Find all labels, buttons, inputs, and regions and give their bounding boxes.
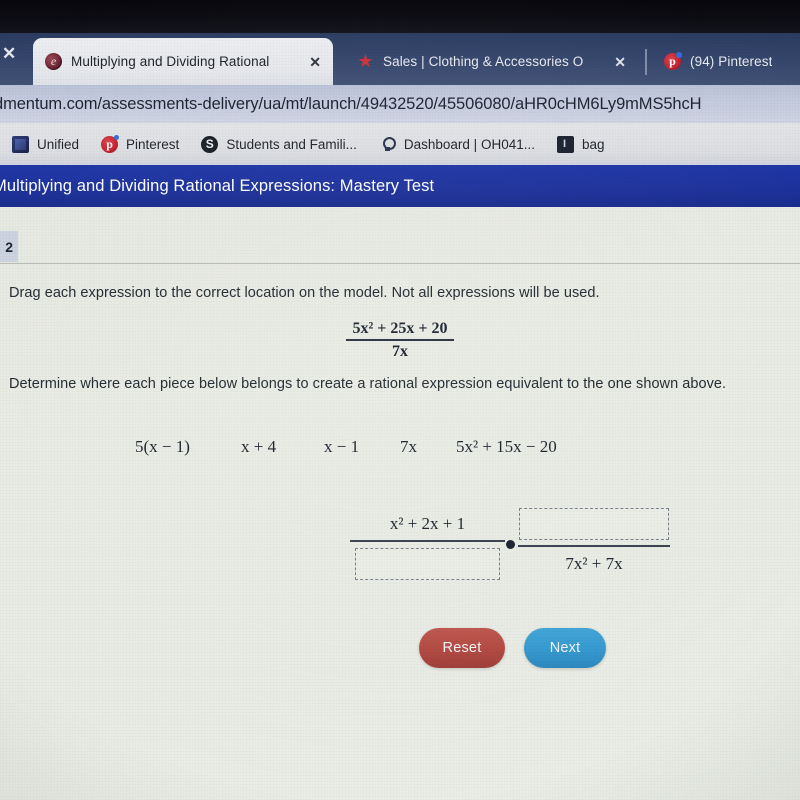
next-button[interactable]: Next	[524, 628, 606, 668]
dropzone-left-denominator[interactable]	[355, 548, 500, 580]
multiplication-dot	[506, 540, 515, 549]
browser-tab-active[interactable]: Multiplying and Dividing Rational ✕	[33, 38, 333, 85]
bookmark-label-1: Pinterest	[126, 136, 180, 152]
instruction-line-2: Determine where each piece below belongs…	[9, 376, 727, 392]
bookmark-bag[interactable]: bag	[556, 135, 605, 153]
bookmark-unified[interactable]: Unified	[12, 135, 80, 153]
bookmark-label-3: Dashboard | OH041...	[403, 136, 535, 152]
edge-icon	[45, 53, 62, 70]
url-text: dmentum.com/assessments-delivery/ua/mt/l…	[0, 94, 702, 113]
left-numerator-slot: x² + 2x + 1	[390, 508, 465, 540]
right-denominator-slot: 7x² + 7x	[565, 547, 622, 581]
fraction-bar	[350, 540, 505, 542]
tab-title-2: (94) Pinterest	[690, 54, 773, 69]
instruction-line-1: Drag each expression to the correct loca…	[9, 285, 600, 301]
target-numerator: 5x² + 25x + 20	[352, 320, 448, 337]
token-2[interactable]: x − 1	[324, 437, 359, 457]
tab-title-0: Multiplying and Dividing Rational	[71, 54, 270, 69]
reset-button[interactable]: Reset	[419, 628, 505, 668]
expression-model: x² + 2x + 1 7x² + 7x	[0, 500, 800, 610]
bookmark-label-4: bag	[581, 136, 605, 152]
browser-tab-sales[interactable]: ★ Sales | Clothing & Accessories O ✕	[345, 38, 638, 85]
left-numerator: x² + 2x + 1	[389, 514, 466, 533]
lightbulb-icon	[379, 136, 396, 153]
token-1[interactable]: x + 4	[241, 437, 276, 457]
bookmark-dashboard[interactable]: Dashboard | OH041...	[379, 136, 535, 153]
pinterest-icon	[664, 52, 682, 70]
target-denominator: 7x	[392, 342, 408, 360]
bookmark-label-2: Students and Famili...	[226, 136, 357, 152]
tab-close-icon-0[interactable]: ✕	[309, 55, 321, 69]
token-4[interactable]: 5x² + 15x − 20	[456, 437, 557, 457]
divider	[0, 263, 800, 264]
star-icon: ★	[357, 51, 374, 71]
right-fraction: 7x² + 7x	[518, 508, 670, 581]
address-bar[interactable]: dmentum.com/assessments-delivery/ua/mt/l…	[0, 85, 800, 123]
dropzone-right-numerator[interactable]	[519, 508, 669, 540]
token-3[interactable]: 7x	[400, 437, 417, 457]
page-title: Multiplying and Dividing Rational Expres…	[0, 176, 435, 195]
offscreen-tab-close-icon[interactable]: ✕	[2, 45, 16, 62]
bookmarks-bar: Unified Pinterest Students and Famili...…	[0, 123, 800, 165]
token-0[interactable]: 5(x − 1)	[135, 437, 190, 457]
browser-tab-strip: ✕ Multiplying and Dividing Rational ✕ ★ …	[0, 31, 800, 85]
target-expression: 5x² + 25x + 20 7x	[0, 320, 800, 361]
bag-icon	[556, 135, 574, 153]
tab-title-1: Sales | Clothing & Accessories O	[383, 54, 584, 69]
tab-close-icon-1[interactable]: ✕	[614, 55, 626, 69]
right-denominator: 7x² + 7x	[565, 554, 623, 573]
pinterest-icon	[101, 134, 120, 153]
bookmark-pinterest[interactable]: Pinterest	[101, 134, 180, 153]
photographed-screen: ✕ Multiplying and Dividing Rational ✕ ★ …	[0, 0, 800, 800]
target-fraction: 5x² + 25x + 20 7x	[346, 320, 454, 361]
question-number-strip: 2	[0, 231, 800, 262]
bookmark-label-0: Unified	[37, 136, 80, 152]
browser-tab-pinterest[interactable]: (94) Pinterest	[652, 38, 800, 85]
monitor-bezel	[0, 0, 800, 33]
left-fraction: x² + 2x + 1	[350, 508, 505, 580]
students-icon	[201, 135, 219, 153]
question-number-chip[interactable]: 2	[0, 231, 18, 262]
unified-icon	[12, 135, 29, 153]
assessment-header: Multiplying and Dividing Rational Expres…	[0, 165, 800, 207]
tab-divider	[645, 49, 647, 75]
bookmark-students-and-families[interactable]: Students and Famili...	[201, 135, 357, 153]
question-number: 2	[5, 238, 13, 255]
